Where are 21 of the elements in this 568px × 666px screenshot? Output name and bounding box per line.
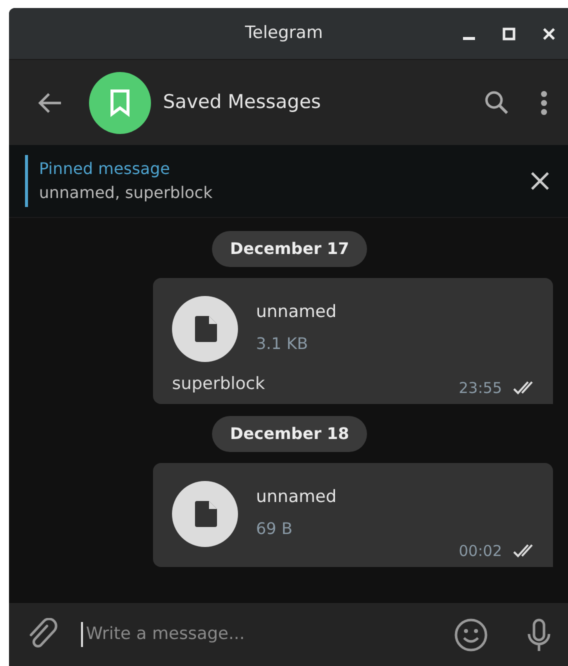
file-name: unnamed — [256, 486, 337, 509]
microphone-icon[interactable] — [526, 618, 552, 652]
file-size: 69 B — [256, 518, 294, 540]
window-title: Telegram — [245, 22, 323, 45]
pinned-text: unnamed, superblock — [39, 182, 212, 204]
close-icon[interactable] — [530, 171, 550, 191]
pinned-label: Pinned message — [39, 158, 172, 180]
message-caption: superblock — [172, 373, 265, 396]
file-name: unnamed — [256, 301, 337, 324]
bookmark-icon — [109, 88, 131, 116]
emoji-icon[interactable] — [454, 618, 488, 652]
date-badge: December 17 — [212, 231, 368, 267]
message-time: 00:02 — [458, 541, 502, 561]
maximize-icon[interactable] — [502, 26, 516, 40]
back-arrow-icon[interactable] — [37, 92, 63, 114]
more-icon[interactable] — [540, 90, 548, 116]
message-time: 23:55 — [458, 378, 502, 398]
search-icon[interactable] — [484, 90, 510, 116]
date-badge: December 18 — [212, 416, 368, 452]
chat-title: Saved Messages — [163, 90, 321, 116]
file-size: 3.1 KB — [256, 333, 309, 355]
